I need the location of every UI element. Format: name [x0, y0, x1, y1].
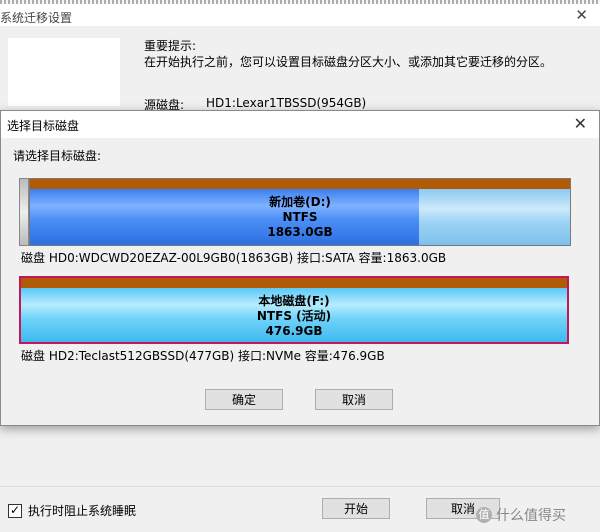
bottom-separator: [0, 486, 600, 487]
checkmark-icon: ✓: [10, 502, 21, 517]
disk-hd2-map[interactable]: 本地磁盘(F:) NTFS (活动) 476.9GB: [19, 276, 571, 344]
partition-label: 新加卷(D:) NTFS 1863.0GB: [30, 195, 570, 240]
partition-size: 1863.0GB: [267, 225, 333, 239]
watermark-badge-icon: 值: [476, 507, 492, 523]
notice-text: 在开始执行之前，您可以设置目标磁盘分区大小、或添加其它要迁移的分区。: [144, 55, 553, 69]
app-logo-panel: [8, 38, 120, 106]
partition-d[interactable]: 新加卷(D:) NTFS 1863.0GB: [29, 178, 571, 246]
prevent-sleep-label: 执行时阻止系统睡眠: [28, 504, 137, 518]
dialog-prompt: 请选择目标磁盘:: [13, 149, 102, 163]
partition-label: 本地磁盘(F:) NTFS (活动) 476.9GB: [21, 294, 567, 339]
source-disk-value: HD1:Lexar1TBSSD(954GB): [206, 96, 367, 110]
partition-cap-bar: [21, 278, 567, 288]
notice-title: 重要提示:: [144, 39, 197, 53]
partition-size: 476.9GB: [265, 324, 323, 338]
watermark-text: 什么值得买: [496, 508, 566, 524]
window-titlebar: 系统迁移设置 ✕: [0, 4, 600, 26]
dialog-close-icon[interactable]: ✕: [574, 114, 587, 133]
dialog-cancel-button[interactable]: 取消: [315, 389, 393, 410]
partition-filesystem: NTFS: [282, 210, 318, 224]
disk-hd0-map[interactable]: 新加卷(D:) NTFS 1863.0GB: [19, 178, 571, 246]
dialog-titlebar: 选择目标磁盘 ✕: [1, 111, 599, 138]
prevent-sleep-option[interactable]: ✓ 执行时阻止系统睡眠: [8, 502, 136, 519]
dialog-title: 选择目标磁盘: [7, 119, 80, 133]
watermark: 值 什么值得买: [476, 505, 566, 525]
partition-name: 新加卷(D:): [269, 195, 331, 209]
partition-f[interactable]: 本地磁盘(F:) NTFS (活动) 476.9GB: [19, 276, 569, 344]
reserved-partition[interactable]: [19, 178, 29, 246]
disk-hd2-info: 磁盘 HD2:Teclast512GBSSD(477GB) 接口:NVMe 容量…: [21, 349, 385, 363]
partition-name: 本地磁盘(F:): [258, 294, 330, 308]
disk-hd0-info: 磁盘 HD0:WDCWD20EZAZ-00L9GB0(1863GB) 接口:SA…: [21, 251, 447, 265]
window-close-icon[interactable]: ✕: [575, 6, 588, 24]
ok-button[interactable]: 确定: [205, 389, 283, 410]
prevent-sleep-checkbox[interactable]: ✓: [8, 502, 22, 518]
partition-filesystem: NTFS (活动): [256, 309, 332, 323]
start-button[interactable]: 开始: [322, 498, 390, 519]
partition-cap-bar: [30, 179, 570, 189]
window-title: 系统迁移设置: [0, 11, 73, 25]
select-target-disk-dialog: 选择目标磁盘 ✕ 请选择目标磁盘: 新加卷(D:) NTFS 1863.0GB …: [0, 110, 600, 426]
